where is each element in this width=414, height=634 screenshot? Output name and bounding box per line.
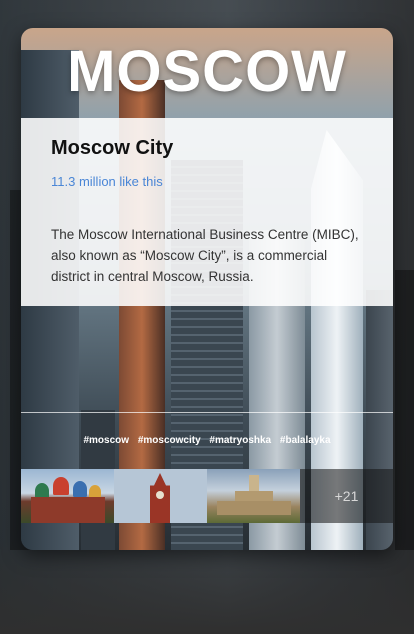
thumbnail-st-basils-cathedral[interactable] [21,469,114,523]
tag-balalayka[interactable]: #balalayka [280,435,331,446]
tag-matryoshka[interactable]: #matryoshka [209,435,271,446]
likes-link[interactable]: 11.3 million like this [51,174,363,190]
place-description: The Moscow International Business Centre… [51,227,359,284]
city-card: MOSCOW Moscow City 11.3 million like thi… [21,28,393,550]
tag-moscow[interactable]: #moscow [83,435,129,446]
place-name: Moscow City [51,137,174,159]
divider [21,412,393,413]
more-photos-button[interactable]: +21 [300,469,393,523]
info-panel: Moscow City 11.3 million like this The M… [21,118,393,306]
tag-list: #moscow #moscowcity #matryoshka #balalay… [21,434,393,448]
tag-moscowcity[interactable]: #moscowcity [138,435,201,446]
thumbnail-moscow-state-university[interactable] [207,469,300,523]
city-title: MOSCOW [67,39,347,104]
thumbnail-kremlin-spasskaya-tower[interactable] [114,469,207,523]
photo-gallery: +21 [21,469,393,523]
